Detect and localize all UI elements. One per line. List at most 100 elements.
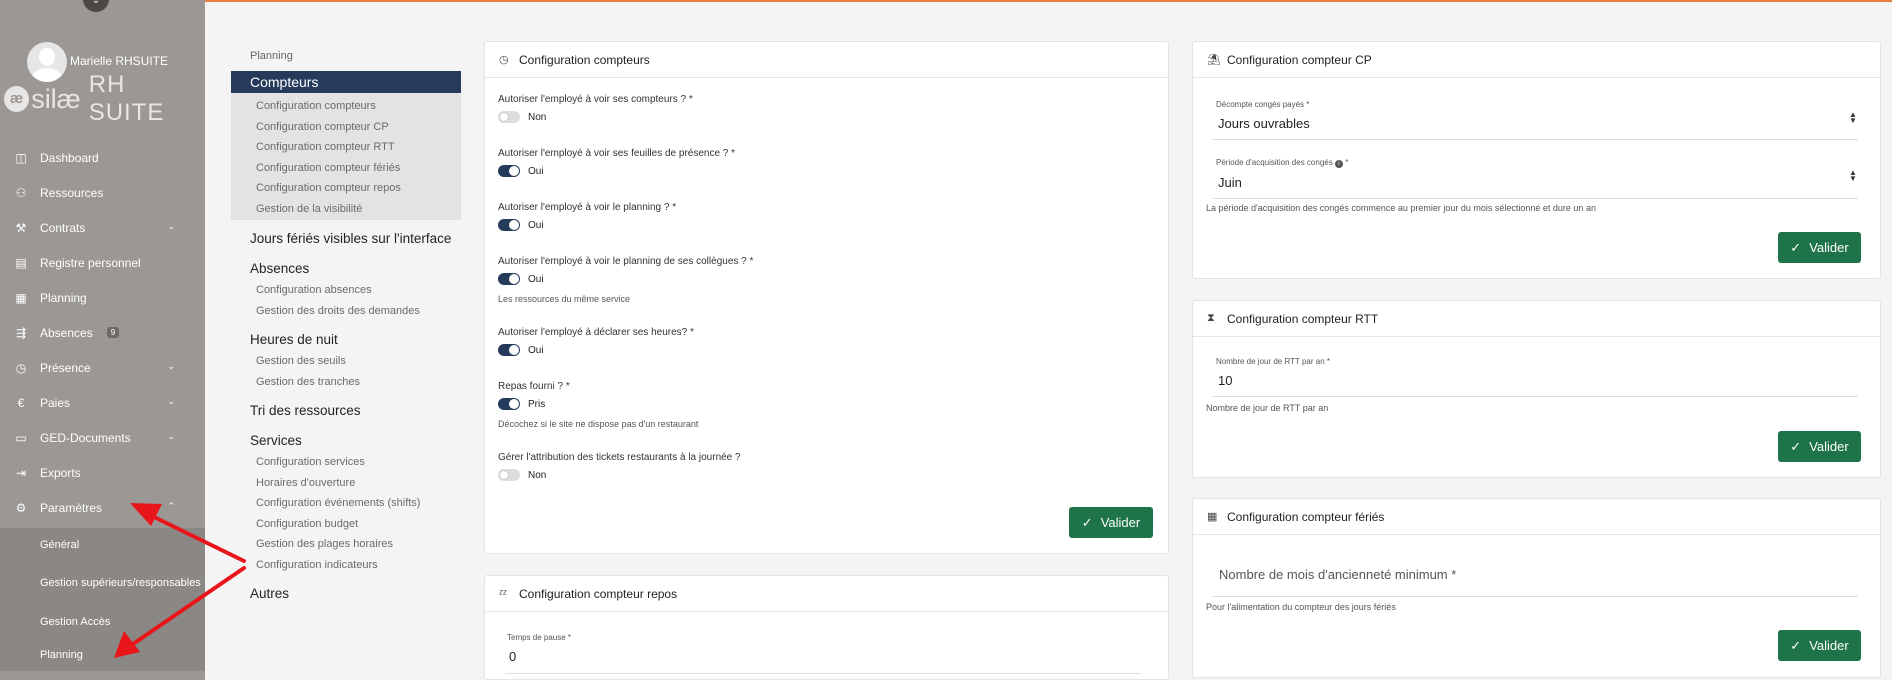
menu-item-autres[interactable]: Autres [231, 583, 461, 605]
card-title: Configuration compteur repos [519, 586, 678, 601]
menu-sub-evenements[interactable]: Configuration événements (shifts) [231, 493, 461, 514]
menu-item-absences[interactable]: Absences [231, 258, 461, 280]
toggle-repas-fourni[interactable] [498, 398, 520, 410]
card-header: ⛱ Configuration compteur CP [1193, 42, 1880, 78]
hammer-icon: ⚒ [15, 220, 27, 235]
menu-sub-compteur-feries[interactable]: Configuration compteur fériés [231, 158, 461, 179]
periode-hint: La période d'acquisition des congés comm… [1206, 203, 1596, 213]
hint-planning-collegues: Les ressources du même service [498, 294, 631, 304]
export-icon: ⇥ [15, 465, 27, 480]
toggle-planning-collegues[interactable] [498, 273, 520, 285]
menu-sub-configuration-compteurs[interactable]: Configuration compteurs [231, 96, 461, 117]
menu-sub-compteur-repos[interactable]: Configuration compteur repos [231, 178, 461, 199]
subitem-gestion-acces[interactable]: Gestion Accès [0, 605, 205, 638]
clock-icon: ◷ [499, 54, 509, 66]
decompte-select[interactable]: Jours ouvrables [1218, 116, 1310, 131]
compteurs-submenu: Configuration compteurs Configuration co… [231, 93, 461, 220]
toggle-voir-compteurs[interactable] [498, 111, 520, 123]
sidebar-item-label: Présence [40, 360, 91, 375]
calendar-icon: ▦ [1207, 511, 1218, 523]
brand-name: silæ [31, 83, 81, 114]
menu-sub-visibilite[interactable]: Gestion de la visibilité [231, 199, 461, 220]
question-repas-fourni: Repas fourni ? * [498, 381, 570, 392]
menu-sub-budget[interactable]: Configuration budget [231, 514, 461, 535]
register-icon: ▤ [15, 255, 27, 270]
subitem-planning[interactable]: Planning [0, 638, 205, 671]
sidebar-item-label: Paramètres [40, 500, 103, 515]
sidebar-item-ged[interactable]: ▭ GED-Documents ⌄ [0, 420, 205, 455]
subitem-gestion-superieurs[interactable]: Gestion supérieurs/responsables [0, 561, 205, 605]
top-accent-line [205, 0, 1892, 2]
hint-repas-fourni: Décochez si le site ne dispose pas d'un … [498, 419, 699, 429]
brand-logo: æ silæ RH SUITE [4, 71, 205, 126]
valider-button[interactable]: ✓ Valider [1069, 507, 1153, 538]
toggle-feuilles-presence[interactable] [498, 165, 520, 177]
menu-item-heures-nuit[interactable]: Heures de nuit [231, 329, 461, 351]
question-voir-compteurs: Autoriser l'employé à voir ses compteurs… [498, 94, 693, 105]
sidebar-item-contrats[interactable]: ⚒ Contrats ⌄ [0, 210, 205, 245]
temps-pause-label: Temps de pause * [507, 633, 572, 642]
sidebar: ⌄ Marielle RHSUITE æ silæ RH SUITE ◫ Dash… [0, 0, 205, 680]
decompte-label: Décompte congés payés * [1216, 100, 1310, 109]
chevron-down-icon: ⌄ [167, 431, 175, 441]
sidebar-item-parametres[interactable]: ⚙ Paramètres ⌃ [0, 490, 205, 525]
card-header: ▦ Configuration compteur fériés [1193, 499, 1880, 535]
toggle-voir-planning[interactable] [498, 219, 520, 231]
menu-sub-seuils[interactable]: Gestion des seuils [231, 351, 461, 372]
sidebar-item-ressources[interactable]: ⚇ Ressources [0, 175, 205, 210]
toggle-value: Oui [528, 219, 544, 231]
sidebar-nav: ◫ Dashboard ⚇ Ressources ⚒ Contrats ⌄ ▤ Regis… [0, 140, 205, 671]
check-icon: ✓ [1790, 637, 1802, 653]
rtt-hint: Nombre de jour de RTT par an [1206, 403, 1329, 413]
sidebar-item-label: Registre personnel [40, 255, 141, 270]
username[interactable]: Marielle RHSUITE [70, 54, 168, 68]
menu-sub-plages-horaires[interactable]: Gestion des plages horaires [231, 534, 461, 555]
sidebar-item-paies[interactable]: € Paies ⌄ [0, 385, 205, 420]
settings-menu: Planning Compteurs Configuration compteu… [231, 50, 461, 605]
valider-button[interactable]: ✓ Valider [1778, 630, 1861, 661]
menu-sub-indicateurs[interactable]: Configuration indicateurs [231, 555, 461, 576]
valider-button[interactable]: ✓ Valider [1778, 431, 1861, 462]
rtt-input[interactable]: 10 [1218, 373, 1232, 388]
temps-pause-input[interactable]: 0 [509, 649, 516, 664]
menu-sub-horaires-ouverture[interactable]: Horaires d'ouverture [231, 473, 461, 494]
menu-sub-droits-demandes[interactable]: Gestion des droits des demandes [231, 301, 461, 322]
sidebar-item-label: Exports [40, 465, 81, 480]
periode-select[interactable]: Juin [1218, 175, 1242, 190]
collapse-chevron-icon[interactable]: ⌄ [83, 0, 109, 12]
menu-item-services[interactable]: Services [231, 430, 461, 452]
toggle-value: Non [528, 111, 547, 123]
calendar-icon: ▦ [15, 290, 27, 305]
anciennete-input[interactable]: Nombre de mois d'ancienneté minimum * [1219, 567, 1456, 582]
sidebar-item-planning[interactable]: ▦ Planning [0, 280, 205, 315]
menu-sub-compteur-cp[interactable]: Configuration compteur CP [231, 117, 461, 138]
menu-sub-configuration-absences[interactable]: Configuration absences [231, 280, 461, 301]
menu-sub-compteur-rtt[interactable]: Configuration compteur RTT [231, 137, 461, 158]
sidebar-item-dashboard[interactable]: ◫ Dashboard [0, 140, 205, 175]
absences-icon: ⇶ [15, 325, 27, 340]
check-icon: ✓ [1790, 438, 1802, 454]
card-title: Configuration compteur RTT [1227, 311, 1379, 326]
sidebar-item-absences[interactable]: ⇶ Absences 9 [0, 315, 205, 350]
chevron-down-icon: ⌄ [167, 361, 175, 371]
subitem-general[interactable]: Général [0, 528, 205, 561]
menu-sub-tranches[interactable]: Gestion des tranches [231, 372, 461, 393]
card-title: Configuration compteurs [519, 52, 650, 67]
rtt-label: Nombre de jour de RTT par an * [1216, 357, 1330, 366]
toggle-declarer-heures[interactable] [498, 344, 520, 356]
menu-item-tri-ressources[interactable]: Tri des ressources [231, 400, 461, 422]
avatar[interactable] [27, 42, 67, 82]
sidebar-item-presence[interactable]: ◷ Présence ⌄ [0, 350, 205, 385]
brand-mark-icon: æ [4, 86, 30, 112]
valider-button[interactable]: ✓ Valider [1778, 232, 1861, 263]
menu-item-jours-feries[interactable]: Jours fériés visibles sur l'interface [231, 228, 461, 250]
toggle-tickets-restaurants[interactable] [498, 469, 520, 481]
menu-item-compteurs[interactable]: Compteurs [231, 71, 461, 93]
euro-icon: € [17, 395, 25, 410]
check-icon: ✓ [1081, 514, 1093, 530]
sidebar-item-registre[interactable]: ▤ Registre personnel [0, 245, 205, 280]
sidebar-item-exports[interactable]: ⇥ Exports [0, 455, 205, 490]
card-compteur-feries: ▦ Configuration compteur fériés Nombre de… [1192, 498, 1881, 678]
menu-sub-configuration-services[interactable]: Configuration services [231, 452, 461, 473]
chevron-down-icon: ⌄ [167, 221, 175, 231]
